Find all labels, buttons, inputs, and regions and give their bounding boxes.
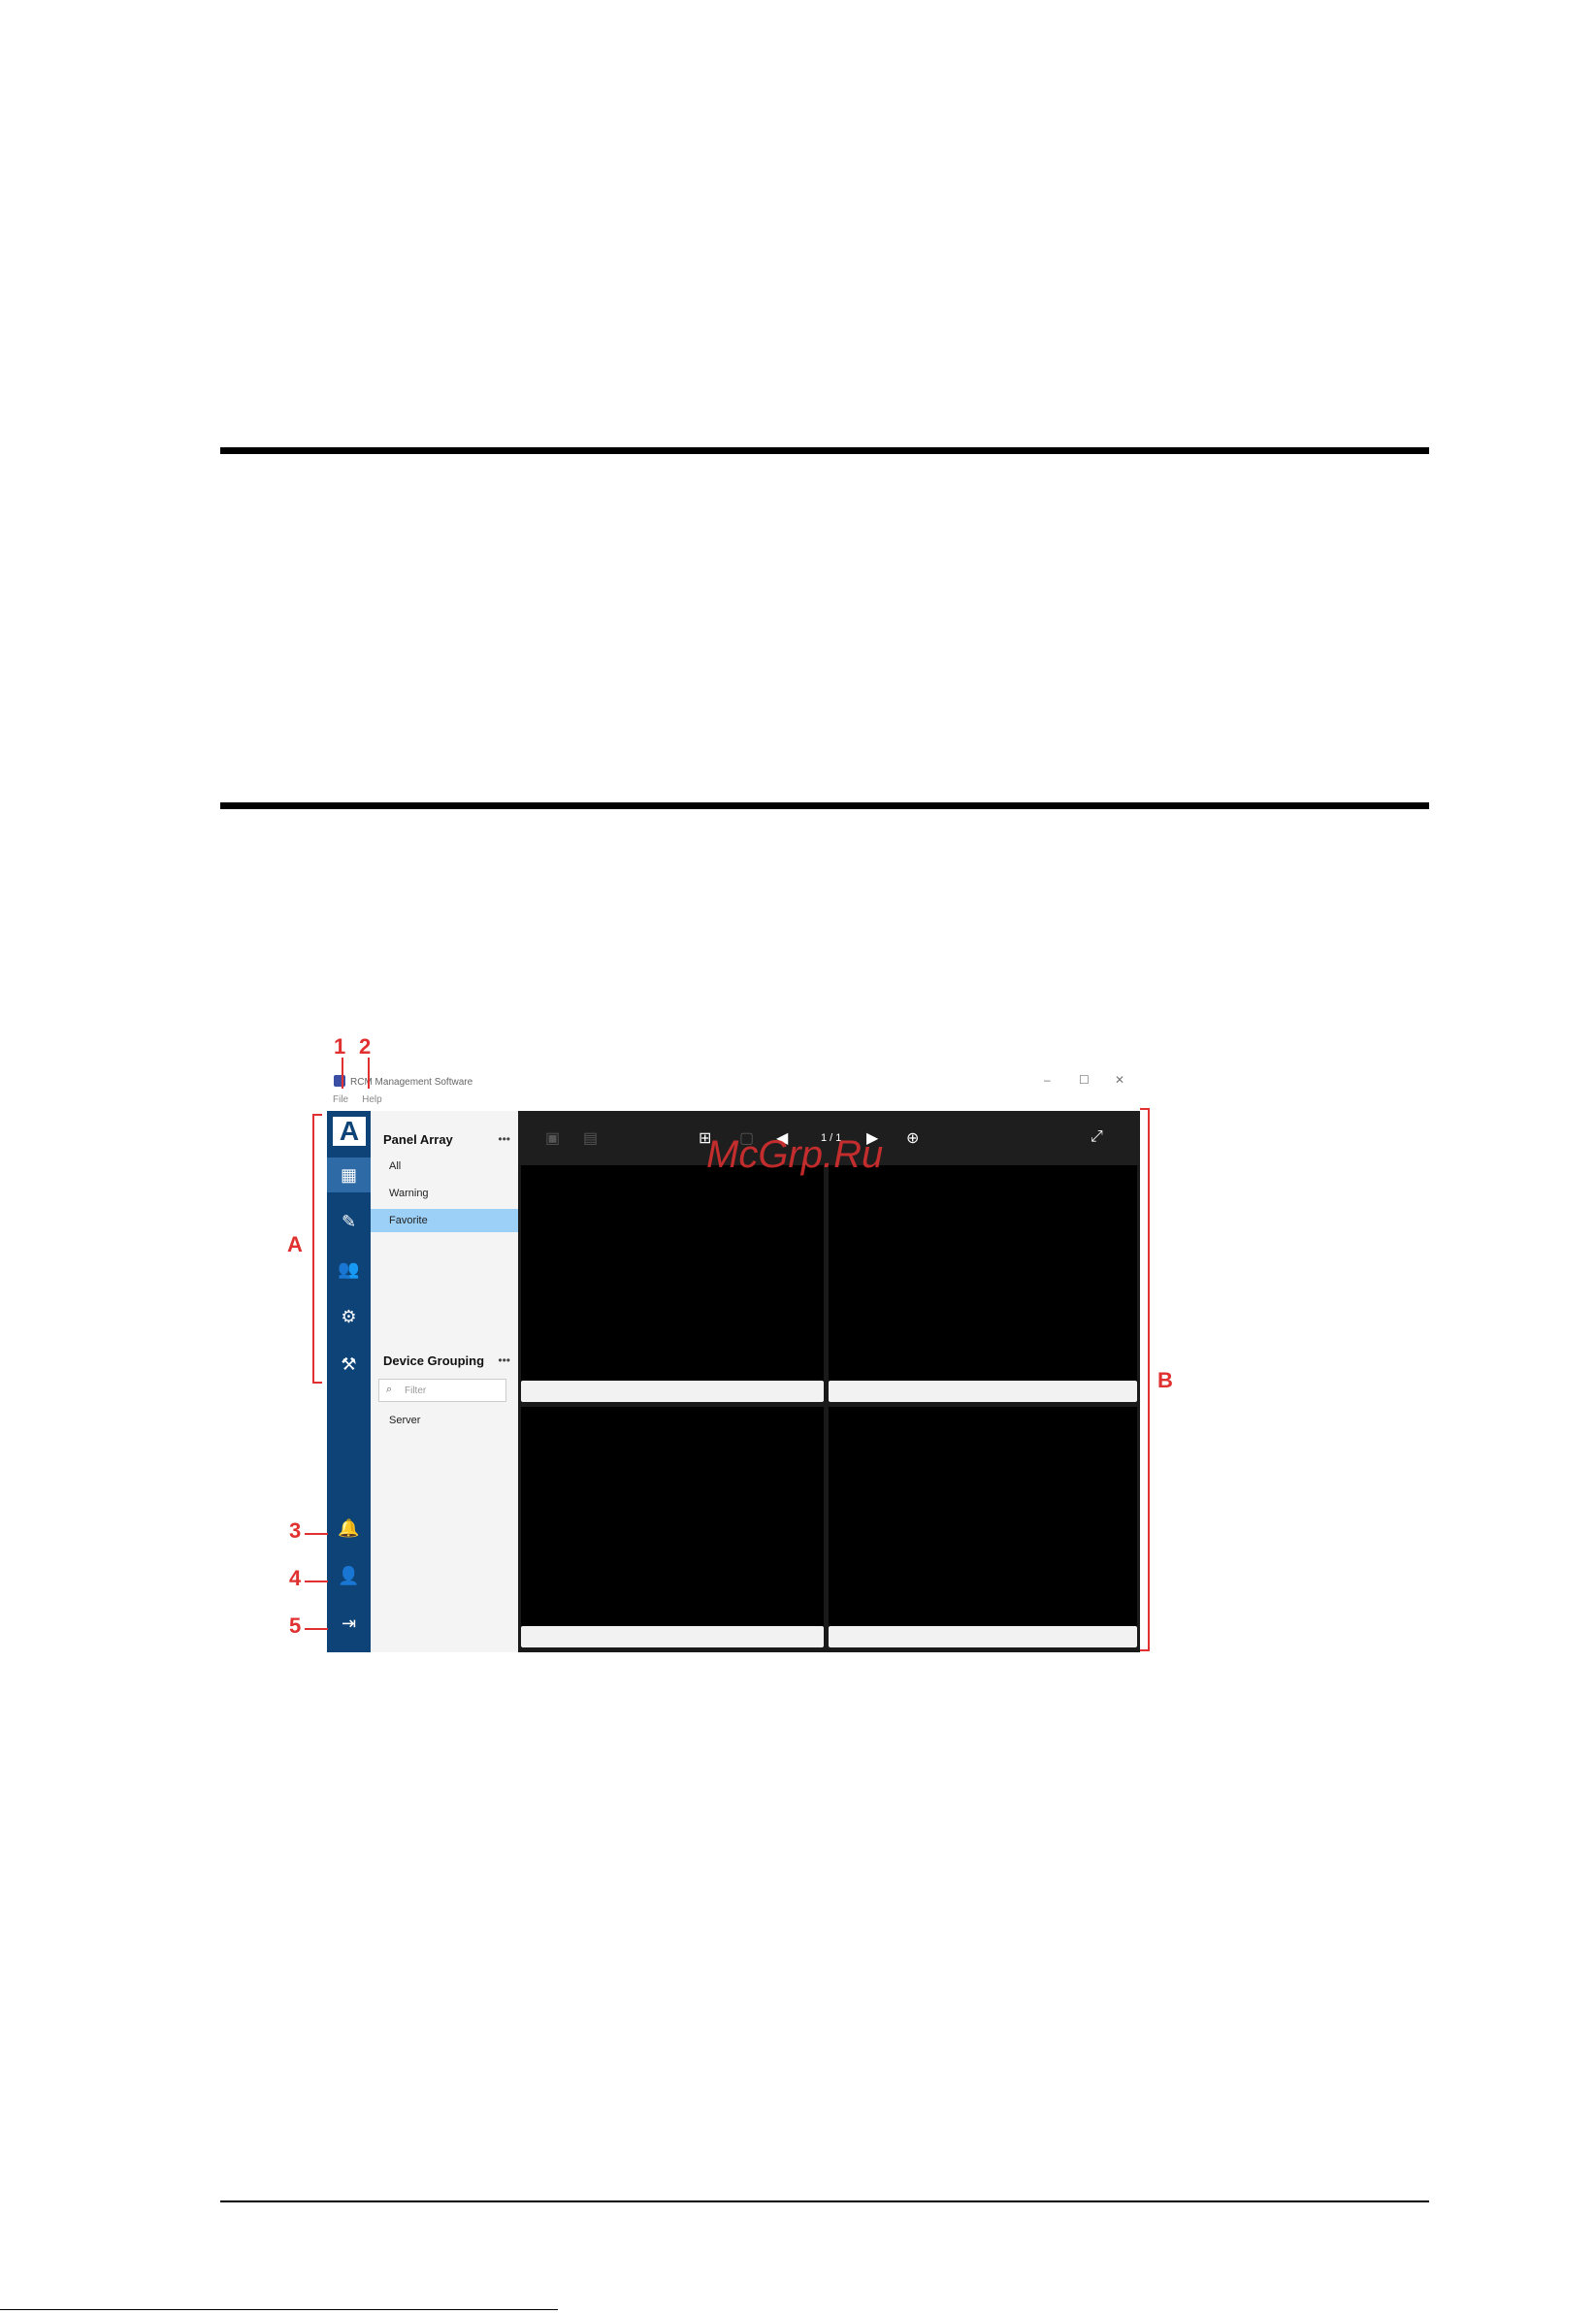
menu-help[interactable]: Help (362, 1094, 382, 1105)
edit-log-icon[interactable]: ✎ (327, 1204, 371, 1239)
settings-gear-icon[interactable]: ⚙ (327, 1299, 371, 1334)
bracket-b-vertical (1148, 1108, 1150, 1651)
fullscreen-icon[interactable]: ⤢ (1091, 1128, 1103, 1146)
middle-rule (220, 802, 1429, 809)
save-icon[interactable]: ▣ (545, 1128, 560, 1148)
callout-a: A (287, 1232, 303, 1256)
device-grouping-more-button[interactable]: ••• (498, 1353, 510, 1367)
group-item-server[interactable]: Server (371, 1409, 518, 1432)
bracket-b-bottom (1140, 1649, 1150, 1651)
callout-2-line (368, 1058, 370, 1089)
callout-4: 4 (289, 1566, 302, 1590)
slot-caption (521, 1381, 824, 1402)
logout-icon[interactable]: ⇥ (327, 1606, 371, 1641)
top-rule (220, 447, 1429, 454)
navigation-panel: Panel Array ••• All Warning Favorite Dev… (371, 1111, 518, 1652)
panel-item-warning[interactable]: Warning (371, 1182, 518, 1205)
callout-3: 3 (289, 1518, 302, 1543)
user-account-icon[interactable]: 👤 (327, 1558, 371, 1593)
title-bar: RCM Management Software – ☐ ✕ (327, 1067, 1140, 1094)
search-icon: ⌕ (386, 1384, 393, 1395)
menu-bar: File Help (333, 1094, 396, 1105)
filter-placeholder: Filter (405, 1385, 427, 1396)
notification-bell-icon[interactable]: 🔔 (327, 1511, 371, 1546)
bottom-left-rule (0, 2309, 558, 2310)
callout-2: 2 (359, 1034, 372, 1059)
sidebar: A ▦ ✎ 👥 ⚙ ⚒ 🔔 👤 ⇥ (327, 1111, 371, 1652)
close-button[interactable]: ✕ (1115, 1073, 1124, 1087)
callout-4-line (305, 1581, 328, 1582)
panel-slot-1[interactable] (521, 1165, 824, 1402)
tools-icon[interactable]: ⚒ (327, 1347, 371, 1382)
add-page-icon[interactable]: ⊕ (906, 1128, 919, 1148)
bracket-b-top (1140, 1108, 1150, 1110)
panel-array-more-button[interactable]: ••• (498, 1132, 510, 1146)
callout-1: 1 (334, 1034, 346, 1059)
panel-array-heading: Panel Array (383, 1132, 453, 1147)
callout-1-line (342, 1058, 343, 1089)
panel-item-all[interactable]: All (371, 1155, 518, 1178)
bracket-a-top (312, 1114, 322, 1116)
footer-rule (220, 2200, 1429, 2202)
menu-file[interactable]: File (333, 1094, 348, 1105)
panel-array-icon[interactable]: ▦ (327, 1157, 371, 1192)
callout-5-line (305, 1628, 328, 1630)
bracket-a-bottom (312, 1382, 322, 1384)
app-logo-icon (334, 1075, 345, 1087)
save-all-icon[interactable]: ▤ (583, 1128, 598, 1148)
device-grouping-heading: Device Grouping (383, 1353, 485, 1368)
slot-caption (521, 1626, 824, 1647)
callout-b: B (1157, 1368, 1173, 1392)
panel-item-favorite[interactable]: Favorite (371, 1209, 518, 1232)
watermark: McGrp.Ru (706, 1133, 884, 1176)
panel-slot-3[interactable] (521, 1407, 824, 1647)
panel-view: ▣ ▤ ⊞ ▢ ◀ 1 / 1 ▶ ⊕ ⤢ (518, 1111, 1140, 1652)
brand-logo-icon: A (333, 1117, 366, 1146)
bracket-a-vertical (312, 1114, 314, 1384)
slot-caption (829, 1626, 1137, 1647)
callout-5: 5 (289, 1613, 302, 1638)
filter-input[interactable]: ⌕ Filter (378, 1379, 506, 1402)
slot-caption (829, 1381, 1137, 1402)
minimize-button[interactable]: – (1044, 1073, 1051, 1087)
maximize-button[interactable]: ☐ (1079, 1073, 1090, 1087)
panel-slot-2[interactable] (829, 1165, 1137, 1402)
users-icon[interactable]: 👥 (327, 1252, 371, 1287)
callout-3-line (305, 1533, 328, 1535)
panel-slot-4[interactable] (829, 1407, 1137, 1647)
